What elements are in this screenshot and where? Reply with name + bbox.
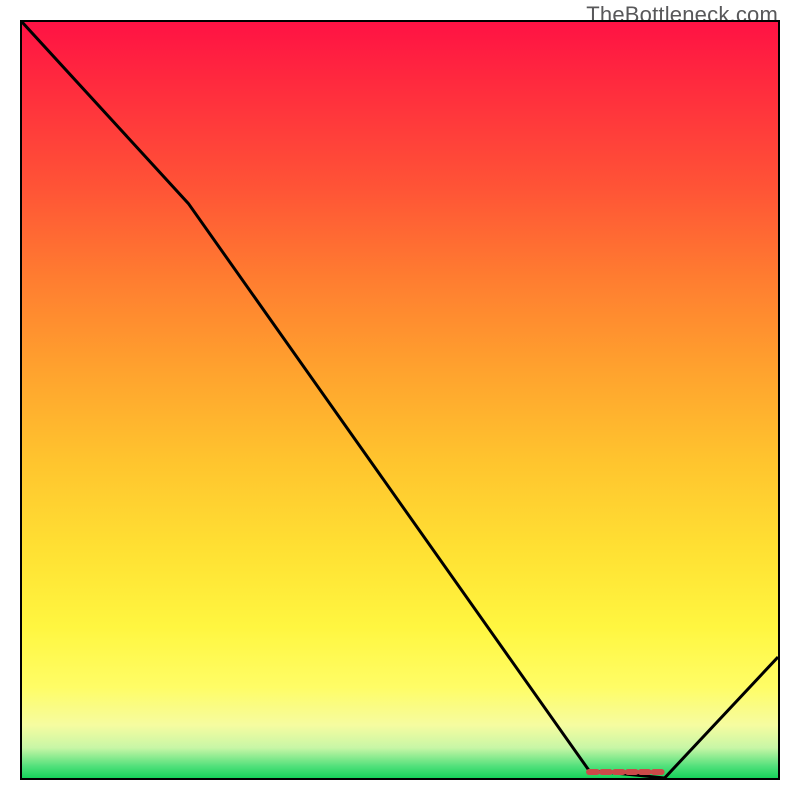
chart-container: TheBottleneck.com: [0, 0, 800, 800]
chart-svg: [22, 22, 778, 778]
bottleneck-curve: [22, 22, 778, 778]
plot-area: [20, 20, 780, 780]
